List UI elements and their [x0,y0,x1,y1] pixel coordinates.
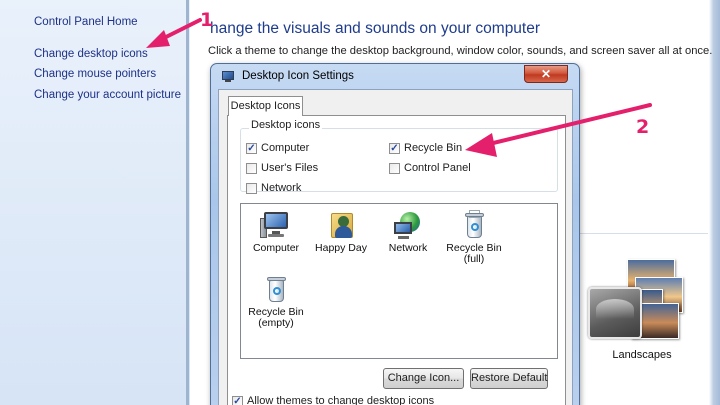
checkbox-label: Computer [261,142,310,154]
checkbox-computer[interactable]: ✓ Computer [246,142,309,154]
list-item[interactable]: Happy Day [310,210,372,254]
pane-divider [186,0,189,405]
checkbox-unchecked-icon[interactable] [246,182,257,194]
monitor-icon [220,71,236,83]
tab-desktop-icons[interactable]: Desktop Icons [228,96,303,116]
checkbox-unchecked-icon[interactable] [389,162,400,174]
dialog-body: Desktop Icons Desktop icons ✓ Computer U… [218,89,573,405]
theme-tile-landscapes[interactable] [583,251,695,347]
checkbox-unchecked-icon[interactable] [246,162,257,174]
left-nav-pane: Control Panel Home Change desktop icons … [0,0,190,405]
recycle-bin-empty-icon [260,274,292,304]
page-description: Click a theme to change the desktop back… [208,45,713,57]
list-item[interactable]: Recycle Bin (empty) [245,274,307,329]
change-icon-button[interactable]: Change Icon... [383,368,464,389]
page-title: hange the visuals and sounds on your com… [210,20,541,37]
dialog-title: Desktop Icon Settings [242,70,354,82]
computer-icon [260,210,292,240]
checkbox-checked-icon[interactable]: ✓ [389,142,400,154]
list-item[interactable]: Network [377,210,439,254]
theme-label[interactable]: Landscapes [586,349,698,361]
checkbox-label: Network [261,182,302,194]
annotation-marker-1: 1 [200,9,214,31]
checkbox-label: Control Panel [404,162,471,174]
desktop-icon-list[interactable]: Computer Happy Day Network Recycle Bin (… [240,203,558,359]
checkbox-control-panel[interactable]: Control Panel [389,162,471,174]
section-divider [580,233,708,234]
checkbox-allow-themes[interactable]: ✓ Allow themes to change desktop icons [232,395,434,405]
desktop-icon-settings-dialog: Desktop Icon Settings ✕ Desktop Icons De… [210,63,580,405]
checkbox-users-files[interactable]: User's Files [246,162,318,174]
change-desktop-icons-link[interactable]: Change desktop icons [34,48,148,60]
tab-page: Desktop icons ✓ Computer User's Files Ne… [227,115,566,405]
checkbox-recycle-bin[interactable]: ✓ Recycle Bin [389,142,462,154]
network-icon [392,210,424,240]
checkbox-checked-icon[interactable]: ✓ [246,142,257,154]
checkbox-label: User's Files [261,162,319,174]
list-item[interactable]: Recycle Bin (full) [443,210,505,265]
checkbox-checked-icon[interactable]: ✓ [232,395,243,405]
list-item[interactable]: Computer [245,210,307,254]
checkbox-label: Allow themes to change desktop icons [247,395,435,405]
checkbox-network[interactable]: Network [246,182,301,194]
window-right-edge [709,0,720,405]
change-mouse-pointers-link[interactable]: Change mouse pointers [34,68,156,80]
recycle-bin-full-icon [458,210,490,240]
change-account-picture-link[interactable]: Change your account picture [34,89,181,101]
annotation-marker-2: 2 [636,116,650,138]
close-button[interactable]: ✕ [524,65,568,83]
checkbox-label: Recycle Bin [404,142,463,154]
group-title: Desktop icons [249,119,323,131]
control-panel-home-link[interactable]: Control Panel Home [34,16,138,28]
user-folder-icon [325,210,357,240]
theme-color-swatch [588,287,642,339]
restore-default-button[interactable]: Restore Default [470,368,548,389]
